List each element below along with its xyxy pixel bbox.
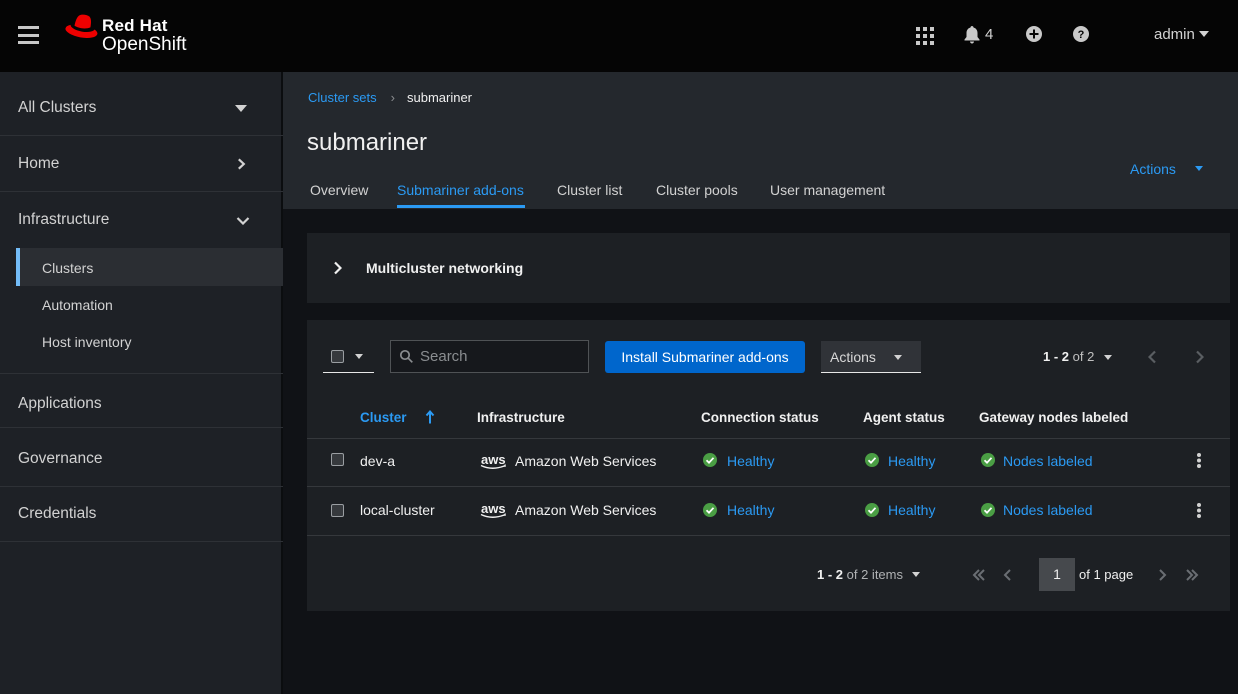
svg-text:aws: aws: [481, 452, 506, 467]
svg-text:aws: aws: [481, 501, 506, 516]
svg-text:?: ?: [1078, 29, 1085, 41]
